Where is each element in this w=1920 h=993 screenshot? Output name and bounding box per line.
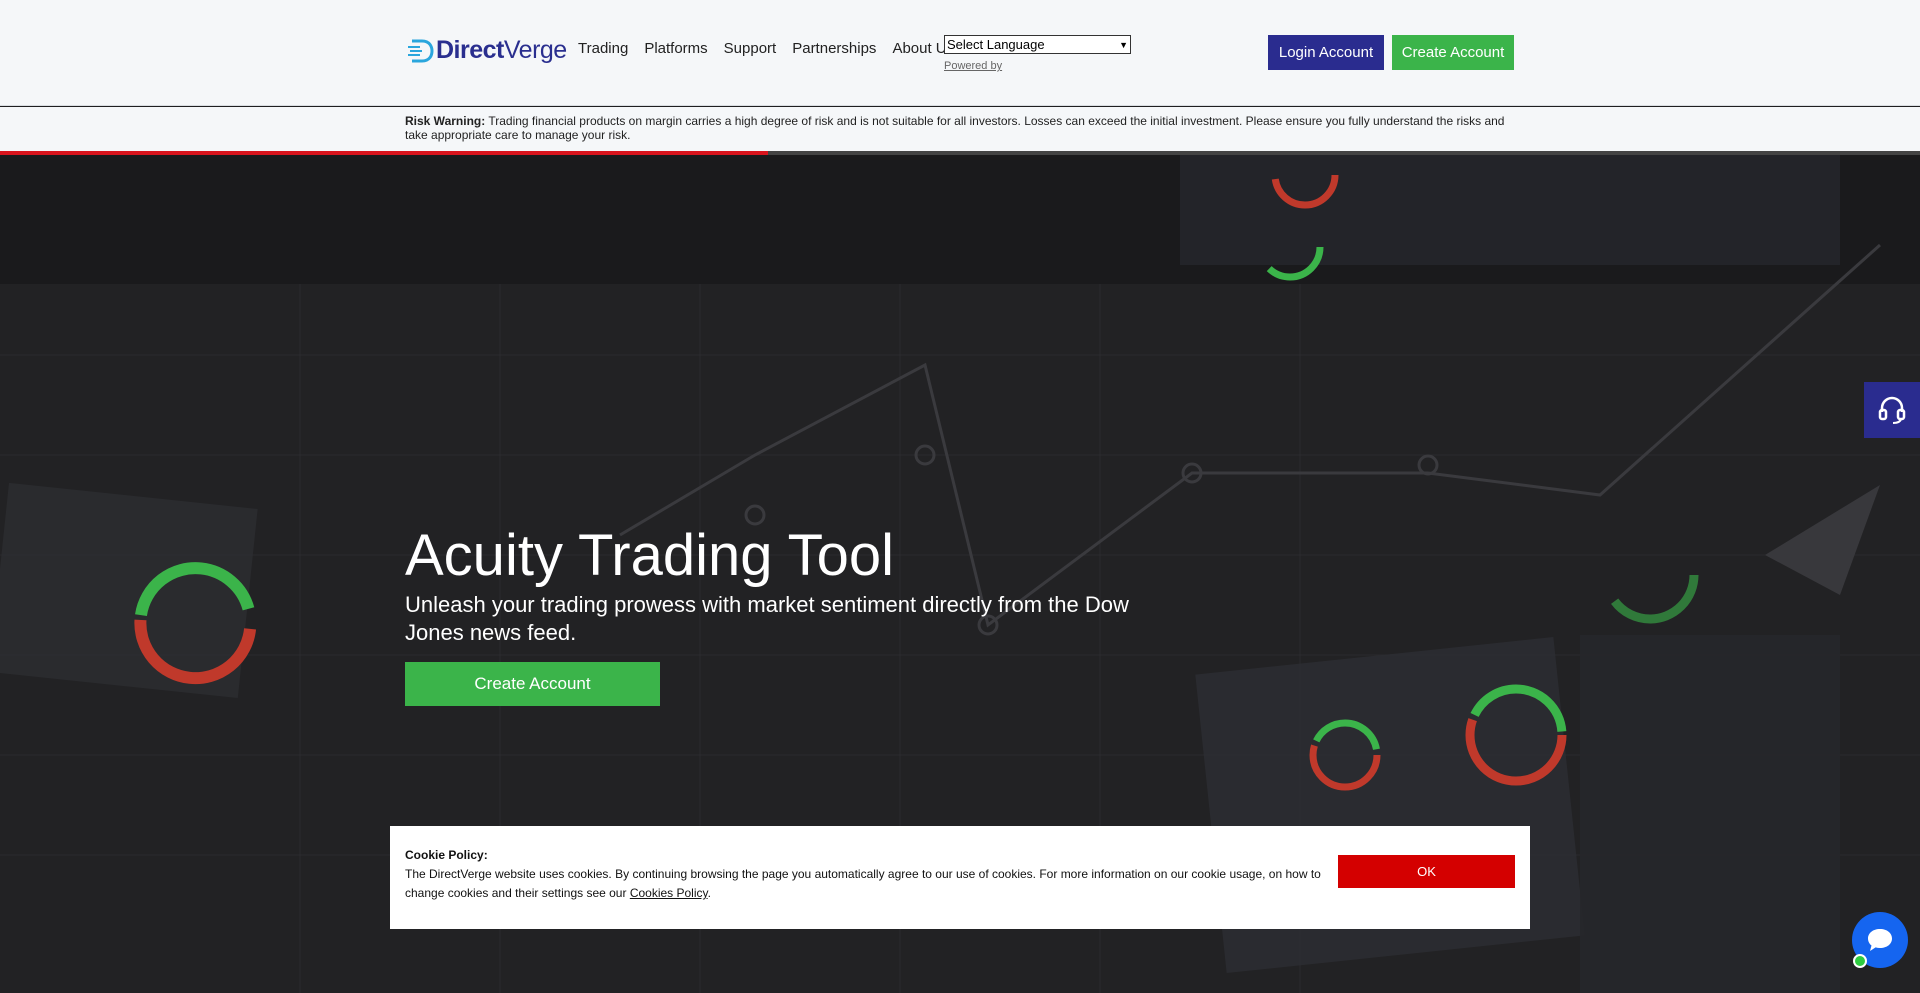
risk-warning-bar: Risk Warning: Trading financial products… bbox=[0, 107, 1920, 152]
risk-warning-body: Trading financial products on margin car… bbox=[405, 114, 1505, 142]
logo-arrow-icon bbox=[408, 39, 434, 62]
cookie-text: The DirectVerge website uses cookies. By… bbox=[405, 865, 1325, 903]
login-account-button[interactable]: Login Account bbox=[1268, 35, 1384, 70]
online-status-dot bbox=[1853, 954, 1867, 968]
language-selector: Select Language ▼ Powered by bbox=[944, 35, 1131, 72]
hero-title: Acuity Trading Tool bbox=[405, 523, 894, 588]
create-account-button[interactable]: Create Account bbox=[1392, 35, 1514, 70]
chat-bubble-icon bbox=[1868, 929, 1892, 951]
headset-icon bbox=[1878, 396, 1906, 424]
site-header: DirectVerge Trading Platforms Support Pa… bbox=[0, 0, 1920, 106]
cookie-banner: Cookie Policy: The DirectVerge website u… bbox=[390, 826, 1530, 929]
cookie-title: Cookie Policy: bbox=[405, 848, 488, 862]
support-tab[interactable] bbox=[1864, 382, 1920, 438]
hero-subtitle: Unleash your trading prowess with market… bbox=[405, 592, 1129, 645]
cookies-policy-link[interactable]: Cookies Policy bbox=[630, 886, 708, 900]
powered-by-link[interactable]: Powered by bbox=[944, 60, 1131, 72]
language-select[interactable]: Select Language ▼ bbox=[944, 35, 1131, 54]
risk-warning-text: Risk Warning: Trading financial products… bbox=[405, 114, 1517, 142]
cookie-ok-button[interactable]: OK bbox=[1338, 855, 1515, 888]
nav-partnerships[interactable]: Partnerships bbox=[792, 40, 876, 57]
main-nav: Trading Platforms Support Partnerships A… bbox=[578, 40, 970, 57]
language-select-value: Select Language bbox=[947, 37, 1045, 52]
chevron-down-icon: ▼ bbox=[1119, 39, 1128, 50]
logo-text-rest: Verge bbox=[503, 36, 567, 64]
nav-platforms[interactable]: Platforms bbox=[644, 40, 707, 57]
risk-warning-label: Risk Warning: bbox=[405, 114, 486, 128]
nav-support[interactable]: Support bbox=[724, 40, 777, 57]
hero-create-account-button[interactable]: Create Account bbox=[405, 662, 660, 706]
nav-trading[interactable]: Trading bbox=[578, 40, 628, 57]
logo[interactable]: DirectVerge bbox=[408, 36, 567, 65]
logo-text-bold: Direct bbox=[436, 36, 504, 64]
logo-text: DirectVerge bbox=[436, 36, 567, 65]
cookie-text-end: . bbox=[707, 886, 711, 900]
cookie-text-body: The DirectVerge website uses cookies. By… bbox=[405, 867, 1321, 900]
